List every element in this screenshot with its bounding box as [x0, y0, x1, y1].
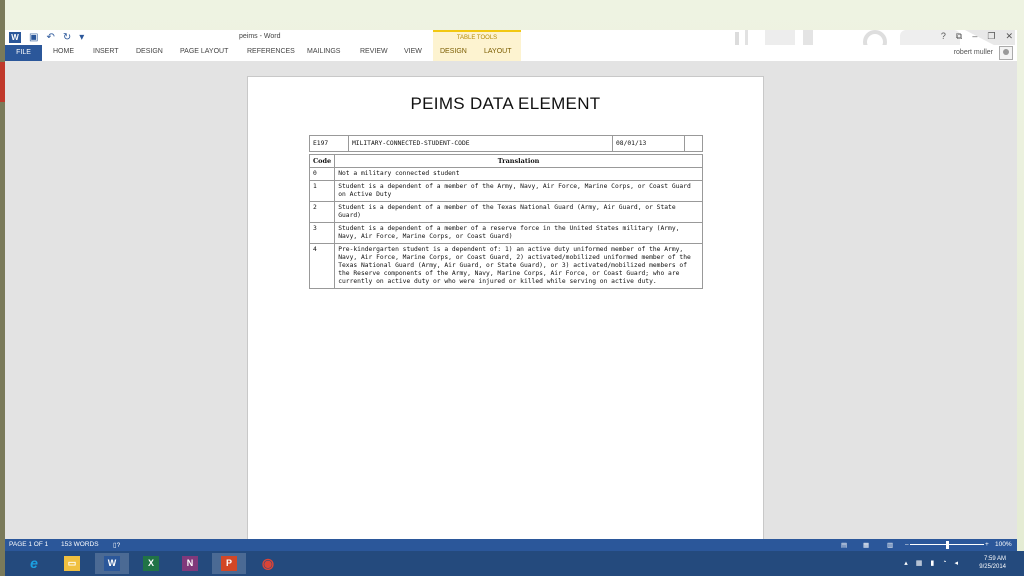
excel-app-icon: X: [143, 556, 159, 571]
page-count[interactable]: PAGE 1 OF 1: [9, 541, 48, 548]
battery-icon[interactable]: ▮: [930, 559, 934, 567]
clock[interactable]: 7:59 AM 9/25/2014: [979, 555, 1006, 571]
powerpoint-app-icon: P: [221, 556, 237, 571]
table-row: 4 Pre-kindergarten student is a dependen…: [308, 243, 703, 289]
translation-cell[interactable]: Pre-kindergarten student is a dependent …: [334, 243, 703, 289]
quick-access-toolbar: W ▣ ↶ ↻ ▾: [9, 32, 84, 43]
user-name[interactable]: robert muller: [954, 49, 993, 56]
page-title[interactable]: PEIMS DATA ELEMENT: [248, 94, 763, 114]
taskbar-word-button[interactable]: W: [95, 553, 129, 574]
document-title: peims - Word: [239, 33, 281, 40]
table-row: 3 Student is a dependent of a member of …: [308, 222, 703, 244]
taskbar-chrome-button[interactable]: ◉: [251, 553, 285, 574]
translation-cell[interactable]: Not a military connected student: [334, 167, 703, 181]
taskbar-excel-button[interactable]: X: [134, 553, 168, 574]
tab-home[interactable]: HOME: [53, 48, 74, 55]
table-tools-group-label: TABLE TOOLS: [433, 30, 521, 45]
tab-view[interactable]: VIEW: [404, 48, 422, 55]
element-table-block: E197 MILITARY-CONNECTED-STUDENT-CODE 08/…: [308, 135, 703, 289]
table-row: 1 Student is a dependent of a member of …: [308, 180, 703, 202]
element-id-cell[interactable]: E197: [309, 135, 349, 152]
minimize-button[interactable]: –: [972, 31, 977, 42]
word-logo-icon[interactable]: W: [9, 32, 21, 43]
document-page[interactable]: PEIMS DATA ELEMENT E197 MILITARY-CONNECT…: [247, 76, 764, 546]
redo-icon[interactable]: ↻: [63, 32, 71, 43]
zoom-out-icon[interactable]: –: [905, 541, 909, 548]
taskbar-powerpoint-button[interactable]: P: [212, 553, 246, 574]
taskbar-explorer-button[interactable]: ▭: [55, 553, 89, 574]
network-icon[interactable]: ▦: [916, 559, 923, 567]
web-layout-icon[interactable]: ▥: [887, 541, 893, 549]
print-layout-icon[interactable]: ▦: [863, 541, 869, 549]
status-bar: PAGE 1 OF 1 153 WORDS ▯? ▤ ▦ ▥ – + 100%: [5, 539, 1017, 551]
translation-column-header[interactable]: Translation: [334, 154, 703, 168]
tab-table-design[interactable]: DESIGN: [440, 48, 467, 55]
code-cell[interactable]: 4: [308, 243, 336, 289]
word-window: W ▣ ↶ ↻ ▾ peims - Word TABLE TOOLS ? ⧉ –…: [5, 30, 1017, 551]
code-column-header[interactable]: Code: [308, 154, 336, 168]
code-cell[interactable]: 2: [308, 201, 336, 223]
undo-icon[interactable]: ↶: [46, 32, 54, 43]
taskbar: e ▭ W X N P ◉ ▴ ▦ ▮ ◔ ◂ 7:59 AM 9/25/201…: [5, 551, 1024, 576]
tab-page-layout[interactable]: PAGE LAYOUT: [180, 48, 228, 55]
user-avatar-icon[interactable]: [999, 46, 1013, 60]
tab-insert[interactable]: INSERT: [93, 48, 119, 55]
tab-review[interactable]: REVIEW: [360, 48, 388, 55]
element-header-table[interactable]: E197 MILITARY-CONNECTED-STUDENT-CODE 08/…: [309, 135, 703, 152]
element-extra-cell[interactable]: [684, 135, 703, 152]
title-bar: W ▣ ↶ ↻ ▾ peims - Word TABLE TOOLS ? ⧉ –…: [5, 30, 1017, 56]
translation-table[interactable]: Code Translation 0 Not a military connec…: [308, 154, 703, 289]
window-controls: ? ⧉ – ❐ ✕: [941, 31, 1013, 42]
clock-date: 9/25/2014: [979, 564, 1006, 570]
word-count[interactable]: 153 WORDS: [61, 541, 99, 548]
tab-table-layout[interactable]: LAYOUT: [484, 48, 512, 55]
ribbon-display-icon[interactable]: ⧉: [956, 31, 962, 42]
tab-design[interactable]: DESIGN: [136, 48, 163, 55]
document-canvas[interactable]: PEIMS DATA ELEMENT E197 MILITARY-CONNECT…: [5, 61, 1017, 546]
proofing-icon[interactable]: ▯?: [113, 541, 120, 549]
translation-cell[interactable]: Student is a dependent of a member of a …: [334, 222, 703, 244]
save-icon[interactable]: ▣: [29, 32, 38, 43]
close-button[interactable]: ✕: [1005, 31, 1013, 42]
code-cell[interactable]: 1: [308, 180, 336, 202]
taskbar-ie-button[interactable]: e: [17, 553, 51, 574]
help-icon[interactable]: ?: [941, 31, 946, 42]
tab-mailings[interactable]: MAILINGS: [307, 48, 340, 55]
code-cell[interactable]: 0: [308, 167, 336, 181]
translation-cell[interactable]: Student is a dependent of a member of th…: [334, 201, 703, 223]
zoom-slider-thumb[interactable]: [946, 541, 949, 549]
translation-cell[interactable]: Student is a dependent of a member of th…: [334, 180, 703, 202]
element-name-cell[interactable]: MILITARY-CONNECTED-STUDENT-CODE: [348, 135, 613, 152]
word-app-icon: W: [104, 556, 120, 571]
system-tray: ▴ ▦ ▮ ◔ ◂: [904, 559, 958, 567]
translation-header-row: Code Translation: [308, 154, 703, 168]
restore-button[interactable]: ❐: [987, 31, 995, 42]
tab-file[interactable]: FILE: [5, 45, 42, 61]
clock-time: 7:59 AM: [983, 556, 1006, 562]
wifi-icon[interactable]: ◔: [942, 559, 946, 567]
zoom-level[interactable]: 100%: [995, 541, 1012, 548]
taskbar-onenote-button[interactable]: N: [173, 553, 207, 574]
chrome-app-icon: ◉: [261, 555, 275, 571]
customize-qat-icon[interactable]: ▾: [79, 32, 84, 43]
read-mode-icon[interactable]: ▤: [841, 541, 847, 549]
element-header-row: E197 MILITARY-CONNECTED-STUDENT-CODE 08/…: [309, 135, 703, 152]
file-explorer-icon: ▭: [64, 556, 80, 571]
table-row: 2 Student is a dependent of a member of …: [308, 201, 703, 223]
ribbon-tabs: FILE HOME INSERT DESIGN PAGE LAYOUT REFE…: [5, 45, 1017, 61]
code-cell[interactable]: 3: [308, 222, 336, 244]
table-row: 0 Not a military connected student: [308, 167, 703, 181]
element-date-cell[interactable]: 08/01/13: [612, 135, 685, 152]
volume-icon[interactable]: ◂: [954, 559, 958, 567]
zoom-in-icon[interactable]: +: [985, 541, 989, 548]
show-hidden-icons-icon[interactable]: ▴: [904, 559, 908, 567]
internet-explorer-icon: e: [30, 555, 38, 571]
onenote-app-icon: N: [182, 556, 198, 571]
tab-references[interactable]: REFERENCES: [247, 48, 295, 55]
